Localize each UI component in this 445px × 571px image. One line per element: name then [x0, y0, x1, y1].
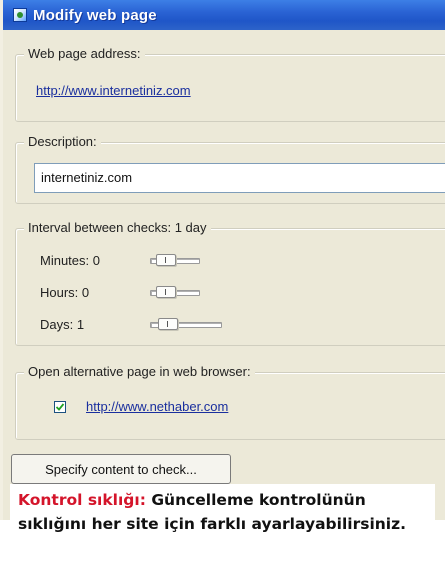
alt-page-group: Open alternative page in web browser: ht…: [15, 364, 445, 440]
days-label: Days: 1: [40, 317, 85, 332]
address-group-label: Web page address:: [24, 46, 145, 61]
title-bar[interactable]: Modify web page: [3, 0, 445, 30]
app-icon: [13, 8, 27, 22]
caption: Kontrol sıklığı: Güncelleme kontrolünün …: [10, 484, 435, 564]
description-group: Description: internetiniz.com: [15, 134, 445, 204]
alt-page-checkbox[interactable]: [54, 401, 66, 413]
specify-content-button[interactable]: Specify content to check...: [11, 454, 231, 484]
modify-web-page-dialog: Modify web page Web page address: http:/…: [0, 0, 445, 520]
alt-page-link[interactable]: http://www.nethaber.com: [86, 399, 228, 414]
interval-group-label: Interval between checks: 1 day: [24, 220, 211, 235]
checkmark-icon: [55, 403, 65, 411]
hours-label: Hours: 0: [40, 285, 90, 300]
minutes-slider-thumb[interactable]: [156, 254, 176, 266]
interval-group: Interval between checks: 1 day Minutes: …: [15, 220, 445, 346]
minutes-label: Minutes: 0: [40, 253, 100, 268]
hours-slider-thumb[interactable]: [156, 286, 176, 298]
address-link[interactable]: http://www.internetiniz.com: [36, 83, 191, 98]
alt-page-group-label: Open alternative page in web browser:: [24, 364, 255, 379]
caption-highlight: Kontrol sıklığı:: [18, 491, 146, 509]
days-slider-thumb[interactable]: [158, 318, 178, 330]
window-title: Modify web page: [33, 6, 157, 24]
description-group-label: Description:: [24, 134, 101, 149]
description-input[interactable]: internetiniz.com: [34, 163, 445, 193]
address-group: Web page address: http://www.internetini…: [15, 46, 445, 122]
